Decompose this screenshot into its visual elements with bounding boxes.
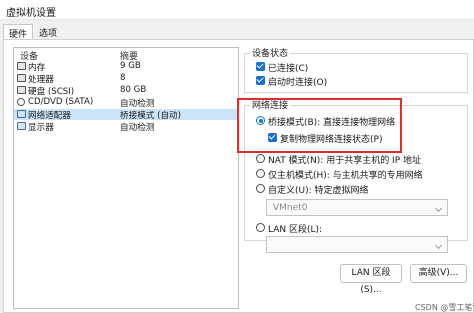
device-name: 硬盘 (SCSI): [28, 87, 75, 97]
device-row-display[interactable]: 显示器 自动检测: [14, 121, 238, 133]
device-row-network-adapter[interactable]: 网络适配器 桥接模式 (自动): [14, 109, 238, 121]
advanced-button[interactable]: 高级(V)...: [410, 264, 467, 283]
device-summary: 自动检测: [120, 123, 155, 133]
connect-at-power-on-checkbox[interactable]: [256, 76, 265, 85]
device-name: CD/DVD (SATA): [28, 97, 94, 107]
connect-at-power-on-label[interactable]: 启动时连接(O): [268, 75, 327, 88]
host-only-radio[interactable]: [256, 169, 265, 178]
lan-segment-select[interactable]: [266, 236, 448, 253]
title-bar: 虚拟机设置: [0, 0, 474, 20]
device-name: 显示器: [28, 123, 54, 133]
processor-icon: [17, 74, 26, 82]
device-summary: 8: [120, 73, 126, 83]
device-name: 网络适配器: [28, 111, 71, 121]
device-summary: 9 GB: [120, 61, 141, 71]
device-summary: 桥接模式 (自动): [120, 111, 181, 121]
host-only-label[interactable]: 仅主机模式(H): 与主机共享的专用网络: [268, 168, 423, 181]
display-icon: [17, 122, 26, 130]
custom-radio[interactable]: [256, 184, 265, 193]
custom-label[interactable]: 自定义(U): 特定虚拟网络: [268, 183, 369, 196]
connected-label[interactable]: 已连接(C): [268, 61, 308, 74]
chevron-down-icon: [434, 241, 443, 250]
connected-checkbox[interactable]: [256, 62, 265, 71]
nat-label[interactable]: NAT 模式(N): 用于共享主机的 IP 地址: [268, 153, 421, 166]
device-name: 内存: [28, 63, 46, 73]
device-row-cd-dvd[interactable]: CD/DVD (SATA) 自动检测: [14, 97, 238, 109]
annotation-highlight-box: [237, 98, 402, 153]
device-summary: 自动检测: [120, 99, 155, 109]
device-row-harddisk[interactable]: 硬盘 (SCSI) 80 GB: [14, 85, 238, 97]
device-status-title: 设备状态: [250, 46, 291, 59]
device-row-processor[interactable]: 处理器 8: [14, 73, 238, 85]
cd-dvd-icon: [17, 98, 25, 106]
tab-hardware[interactable]: 硬件: [3, 24, 34, 40]
tab-options[interactable]: 选项: [34, 24, 62, 40]
tab-bar: 硬件 选项: [0, 21, 474, 40]
window-title: 虚拟机设置: [6, 8, 56, 19]
settings-panel: 设备 摘要 内存 9 GB 处理器 8 硬盘 (SCSI) 80 GB CD/D…: [3, 39, 474, 313]
custom-network-select[interactable]: VMnet0: [266, 199, 448, 216]
lan-segment-label[interactable]: LAN 区段(L):: [268, 222, 322, 235]
watermark: CSDN @雪工笔记: [415, 303, 474, 312]
device-list[interactable]: 设备 摘要 内存 9 GB 处理器 8 硬盘 (SCSI) 80 GB CD/D…: [13, 47, 239, 309]
device-row-memory[interactable]: 内存 9 GB: [14, 61, 238, 73]
nat-radio[interactable]: [256, 154, 265, 163]
chevron-down-icon: [434, 204, 443, 213]
device-list-header: 设备 摘要: [14, 48, 238, 62]
network-adapter-icon: [17, 110, 26, 118]
device-summary: 80 GB: [120, 85, 147, 95]
custom-network-value: VMnet0: [273, 203, 308, 213]
device-name: 处理器: [28, 75, 54, 85]
lan-segment-radio[interactable]: [256, 223, 265, 232]
lan-segments-button[interactable]: LAN 区段(S)...: [340, 264, 402, 295]
memory-icon: [17, 62, 26, 70]
harddisk-icon: [17, 86, 26, 94]
